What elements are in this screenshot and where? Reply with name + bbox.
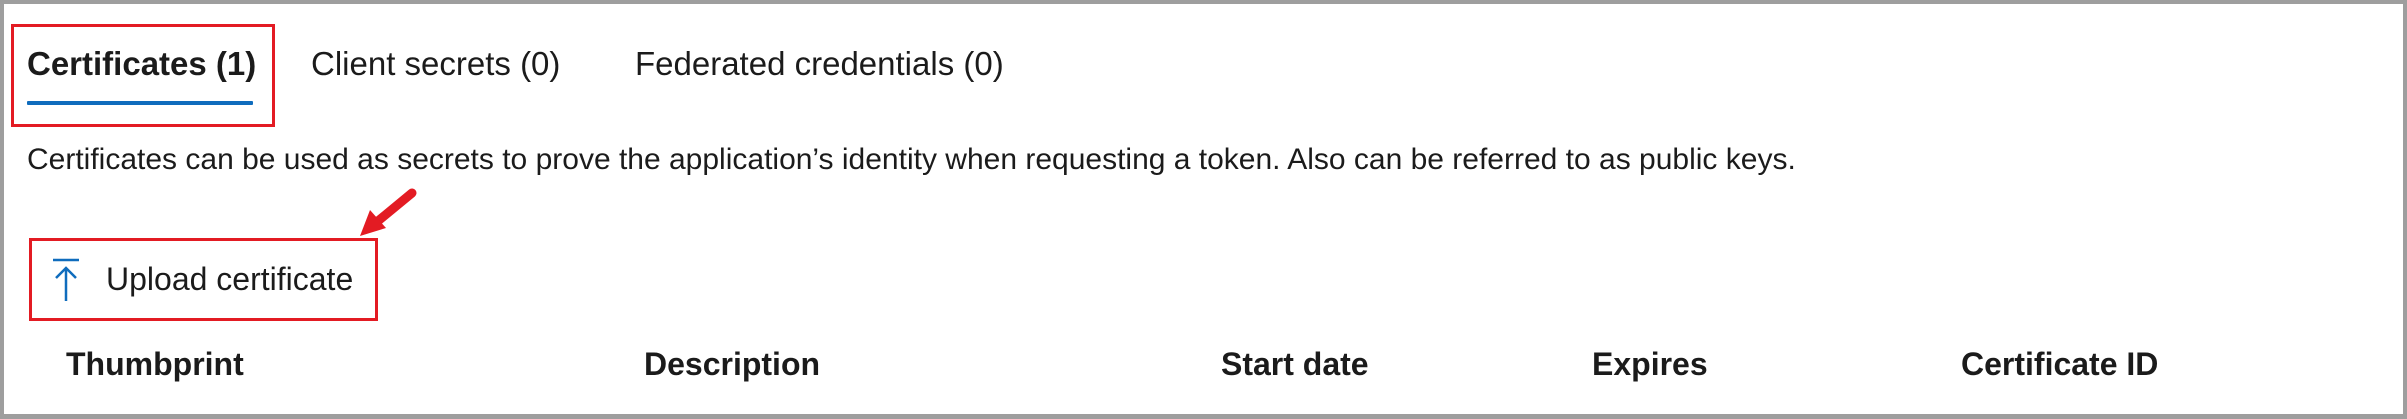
column-header-start-date: Start date: [1221, 346, 1369, 382]
tab-client-secrets[interactable]: Client secrets (0): [311, 44, 560, 84]
certificates-description: Certificates can be used as secrets to p…: [27, 143, 1796, 176]
tab-federated-credentials[interactable]: Federated credentials (0): [635, 44, 1004, 84]
column-header-certificate-id: Certificate ID: [1961, 346, 2159, 382]
column-header-description: Description: [644, 346, 821, 382]
upload-highlight-box: [29, 238, 378, 321]
annotation-arrow-icon: [360, 188, 417, 236]
column-header-thumbprint: Thumbprint: [66, 346, 244, 382]
tab-highlight-box: [11, 24, 275, 127]
column-header-expires: Expires: [1592, 346, 1708, 382]
